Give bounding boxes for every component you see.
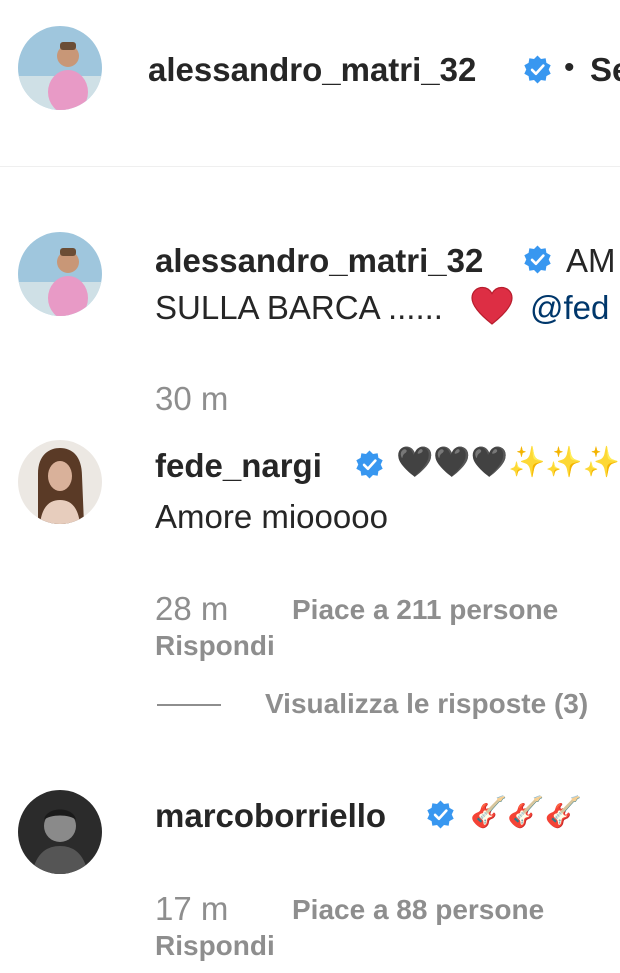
comment-text: Amore miooooo [155,498,388,535]
comment-emoji: 🖤🖤🖤✨✨✨ [396,446,620,479]
caption-username[interactable]: alessandro_matri_32 [155,242,483,280]
verified-badge-icon [427,800,454,829]
comment-avatar[interactable] [18,790,102,874]
reply-button[interactable]: Rispondi [155,630,275,662]
comment-emoji: 🎸🎸🎸 [470,796,583,829]
header-avatar[interactable] [18,26,102,110]
caption-text-line2: SULLA BARCA ...... [155,289,443,326]
comment-time[interactable]: 17 m [155,890,228,928]
view-replies-button[interactable]: Visualizza le risposte (3) [265,688,588,720]
comment-username[interactable]: marcoborriello [155,797,386,835]
follow-button[interactable]: Se [590,51,620,89]
heart-emoji-icon [471,286,513,325]
comment-time[interactable]: 28 m [155,590,228,628]
verified-badge-icon [524,55,551,84]
comment-username[interactable]: fede_nargi [155,447,322,485]
header-separator: • [564,51,575,84]
header-username[interactable]: alessandro_matri_32 [148,51,476,89]
caption-time[interactable]: 30 m [155,380,228,418]
header-divider [0,166,620,167]
comment-likes[interactable]: Piace a 211 persone [292,594,558,626]
reply-button[interactable]: Rispondi [155,930,275,962]
comment-avatar[interactable] [18,440,102,524]
comment-likes[interactable]: Piace a 88 persone [292,894,544,926]
caption-mention-link[interactable]: @fed [530,289,609,327]
verified-badge-icon [524,245,551,274]
caption-text-start: AM [566,242,616,279]
verified-badge-icon [356,450,383,479]
view-replies-line [157,704,221,706]
caption-avatar[interactable] [18,232,102,316]
